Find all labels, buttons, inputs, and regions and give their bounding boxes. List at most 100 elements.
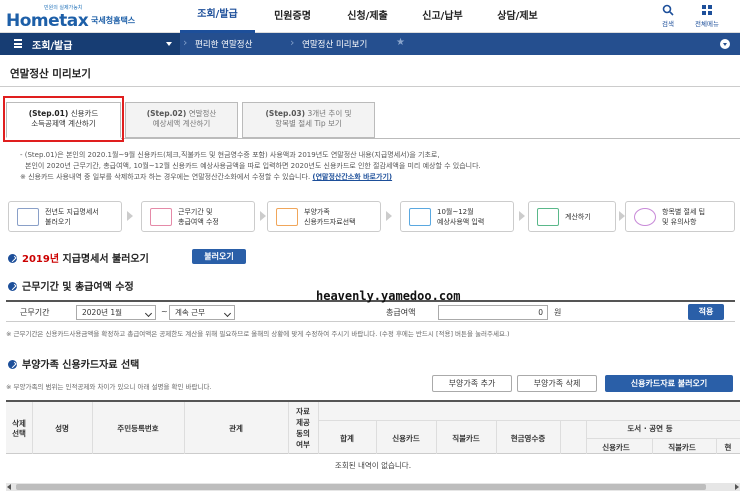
arrow-right-icon: [386, 211, 392, 221]
section-title-text: 근무기간 및 총급여액 수정: [22, 282, 134, 293]
scroll-left-icon[interactable]: [7, 484, 11, 490]
work-period-row: 근무기간 2020년 1월 ~ 계속 근무 총급여액 0 원 적용: [6, 300, 735, 322]
col-divider: [92, 402, 93, 454]
card-icon: [409, 208, 431, 226]
period-start-select[interactable]: 2020년 1월: [76, 305, 156, 320]
tab-underline: [121, 138, 740, 139]
breadcrumb-separator-icon: ›: [290, 36, 295, 49]
section-work-period-title: 근무기간 및 총급여액 수정: [8, 278, 134, 293]
section-title-text: 지급명세서 불러오기: [62, 254, 149, 265]
th-text: 선택: [12, 429, 26, 438]
nav-apply-submit[interactable]: 신청/제출: [330, 0, 405, 33]
breadcrumb: 조회/발급 › 편리한 연말정산 › 연말정산 미리보기 ★: [0, 33, 740, 55]
simplified-service-link[interactable]: (연말정산간소화 바로가기): [312, 173, 392, 181]
section-bullet-icon: [8, 360, 17, 369]
load-statement-button[interactable]: 불러오기: [192, 249, 246, 264]
tab-step-02[interactable]: (Step.02) 연말정산 예상세액 계산하기: [125, 102, 238, 138]
th-text: 삭제: [12, 419, 26, 428]
th-total: 합계: [340, 434, 354, 443]
section-bullet-icon: [8, 282, 17, 291]
th-text: 여부: [296, 440, 310, 449]
breadcrumb-menu-dropdown[interactable]: 조회/발급: [0, 33, 180, 55]
logo-wordmark: Hometax: [6, 11, 89, 31]
section-title-text: 부양가족 신용카드자료 선택: [22, 360, 140, 371]
process-step-select-family: 부양가족 신용카드자료선택: [267, 201, 381, 232]
total-salary-input[interactable]: 0: [438, 305, 548, 320]
period-end-select[interactable]: 계속 근무: [169, 305, 235, 320]
apply-button[interactable]: 적용: [688, 304, 724, 320]
delete-family-button[interactable]: 부양가족 삭제: [517, 375, 597, 392]
top-header: 민원의 실제가능치 Hometax 국세청홈택스 조회/발급 민원증명 신청/제…: [0, 0, 740, 33]
process-line2: 불러오기: [45, 218, 71, 226]
hometax-logo[interactable]: 민원의 실제가능치 Hometax 국세청홈택스: [6, 4, 156, 31]
search-label: 검색: [662, 20, 674, 28]
page-title: 연말정산 미리보기: [10, 68, 91, 80]
col-divider: [652, 438, 653, 454]
main-nav: 조회/발급 민원증명 신청/제출 신고/납부 상담/제보: [180, 0, 555, 33]
scrollbar-thumb[interactable]: [16, 484, 706, 490]
section-bullet-icon: [8, 254, 17, 263]
process-line1: 계산하기: [565, 213, 591, 221]
notice-line3: ※ 신용카드 사용내역 중 일부를 삭제하고자 하는 경우에는 연말정산간소화에…: [20, 172, 730, 183]
nav-report-pay[interactable]: 신고/납부: [405, 0, 480, 33]
calculator-icon: [537, 208, 559, 226]
all-menu-button[interactable]: 전체메뉴: [695, 4, 719, 28]
th-debit: 직불카드: [452, 434, 480, 443]
table-horizontal-scrollbar[interactable]: [6, 483, 740, 491]
process-line1: 전년도 지급명세서: [45, 208, 99, 216]
breadcrumb-item-year-end[interactable]: 편리한 연말정산: [195, 38, 252, 50]
notice-line2: 본인이 2020년 근무기간, 총급여액, 10월~12월 신용카드 예상사용금…: [25, 162, 481, 170]
chevron-down-icon: [166, 42, 172, 46]
th-culture-credit: 신용카드: [602, 443, 630, 452]
scroll-right-icon[interactable]: [735, 484, 739, 490]
tip-icon: [634, 208, 656, 226]
total-salary-label: 총급여액: [386, 308, 416, 317]
col-divider: [586, 420, 587, 454]
favorite-star-icon[interactable]: ★: [396, 37, 405, 48]
breadcrumb-item-preview[interactable]: 연말정산 미리보기: [302, 38, 367, 50]
add-family-button[interactable]: 부양가족 추가: [432, 375, 512, 392]
col-divider: [288, 402, 289, 454]
nav-civil-certificate[interactable]: 민원증명: [255, 0, 330, 33]
document-icon: [17, 208, 39, 226]
nav-inquiry-issue[interactable]: 조회/발급: [180, 0, 255, 33]
search-icon: [662, 4, 674, 16]
th-rrn: 주민등록번호: [117, 424, 159, 433]
search-button[interactable]: 검색: [662, 4, 674, 28]
step-line1: 연말정산: [188, 109, 217, 118]
process-line2: 총급여액 수정: [178, 218, 219, 226]
th-delete-select: 삭제 선택: [6, 419, 32, 439]
notice-text: - (Step.01)은 본인의 2020.1월~9월 신용카드(체크,직불카드…: [20, 150, 730, 183]
breadcrumb-expand-icon[interactable]: [720, 39, 730, 49]
all-menu-label: 전체메뉴: [695, 20, 719, 28]
nav-consult-report[interactable]: 상담/제보: [480, 0, 555, 33]
load-card-data-button[interactable]: 신용카드자료 불러오기: [605, 375, 733, 392]
col-divider: [716, 438, 717, 454]
highlight-box: [3, 96, 124, 142]
th-credit: 신용카드: [392, 434, 420, 443]
th-relation: 관계: [229, 424, 243, 433]
watermark-text: heavenly.yamedoo.com: [316, 289, 461, 303]
step-line1: 3개년 추이 및: [307, 109, 352, 118]
th-consent: 자료 제공 동의 여부: [288, 406, 318, 450]
monitor-icon: [276, 208, 298, 226]
work-period-label: 근무기간: [20, 308, 50, 317]
process-line2: 신용카드자료선택: [304, 218, 356, 226]
tilde-text: ~: [161, 307, 168, 316]
process-line2: 예상사용액 입력: [437, 218, 485, 226]
process-step-calculate: 계산하기: [528, 201, 616, 232]
process-step-tax-tips: 항목별 절세 팁및 유의사항: [625, 201, 735, 232]
process-step-edit-salary: 근무기간 및총급여액 수정: [141, 201, 255, 232]
th-text: 자료: [296, 407, 310, 416]
col-divider: [436, 420, 437, 454]
tab-step-03[interactable]: (Step.03) 3개년 추이 및 항목별 절세 Tip 보기: [242, 102, 375, 138]
logo-tagline: 민원의 실제가능치: [44, 5, 83, 11]
family-scope-note: ※ 부양가족의 범위는 인적공제와 차이가 있으니 아래 설명을 확인 바랍니다…: [6, 383, 212, 391]
process-line1: 10월~12월: [437, 208, 474, 216]
arrow-right-icon: [127, 211, 133, 221]
breadcrumb-separator-icon: ›: [183, 36, 188, 49]
process-line1: 근무기간 및: [178, 208, 213, 216]
arrow-right-icon: [260, 211, 266, 221]
hamburger-icon: [14, 39, 22, 48]
step-number: (Step.03): [265, 109, 306, 118]
